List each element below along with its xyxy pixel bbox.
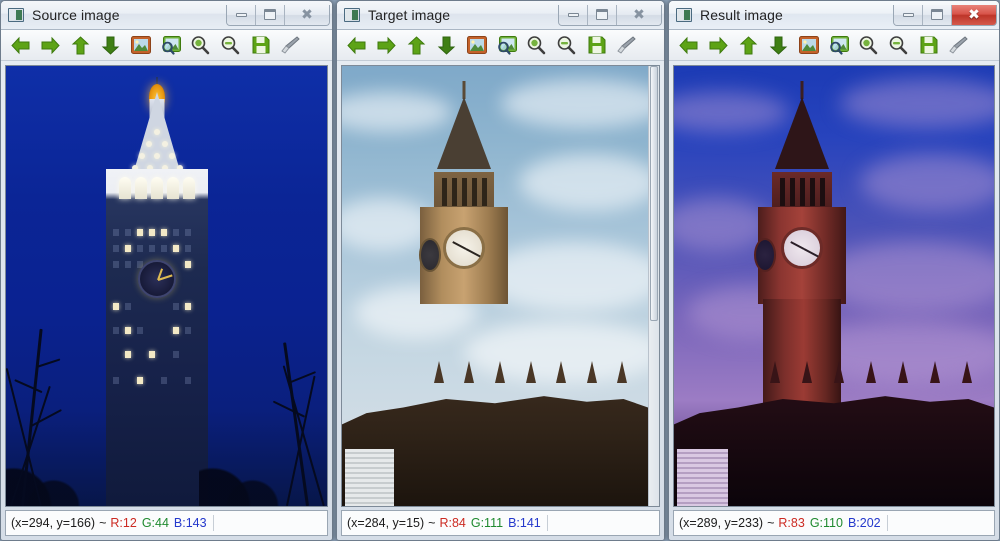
minimize-icon bbox=[235, 12, 247, 17]
forward-arrow-icon[interactable] bbox=[705, 33, 732, 58]
close-icon: ✖ bbox=[968, 6, 980, 23]
down-arrow-icon[interactable] bbox=[97, 33, 124, 58]
image-canvas-target[interactable] bbox=[342, 66, 648, 506]
toolbar-result[interactable] bbox=[669, 30, 999, 61]
window-controls[interactable]: ✖ bbox=[893, 4, 997, 26]
image-window-icon bbox=[344, 8, 360, 22]
close-icon: ✖ bbox=[633, 6, 645, 23]
back-arrow-icon[interactable] bbox=[7, 33, 34, 58]
photo-target-big-ben bbox=[342, 66, 648, 506]
fit-image-icon[interactable] bbox=[157, 33, 184, 58]
titlebar-target[interactable]: Target image ✖ bbox=[337, 1, 664, 30]
image-window-icon bbox=[8, 8, 24, 22]
pixel-red-value: R:12 bbox=[110, 516, 137, 530]
cursor-coordinates: (x=284, y=15) bbox=[347, 516, 425, 530]
statusbar-source: (x=294, y=166) ~ R:12 G:44 B:143 bbox=[5, 510, 328, 536]
titlebar-source[interactable]: Source image ✖ bbox=[1, 1, 332, 30]
image-icon[interactable] bbox=[127, 33, 154, 58]
status-divider bbox=[212, 515, 214, 531]
photo-source-metlife-tower bbox=[6, 66, 327, 506]
zoom-out-icon[interactable] bbox=[553, 33, 580, 58]
fit-image-icon[interactable] bbox=[825, 33, 852, 58]
back-arrow-icon[interactable] bbox=[343, 33, 370, 58]
fit-image-icon[interactable] bbox=[493, 33, 520, 58]
up-arrow-icon[interactable] bbox=[735, 33, 762, 58]
window-target-image[interactable]: Target image ✖ (x=284, y=15) ~ R:84 G:11… bbox=[336, 0, 665, 541]
up-arrow-icon[interactable] bbox=[403, 33, 430, 58]
zoom-in-icon[interactable] bbox=[187, 33, 214, 58]
zoom-out-icon[interactable] bbox=[885, 33, 912, 58]
brush-icon[interactable] bbox=[613, 33, 640, 58]
cursor-coordinates: (x=294, y=166) bbox=[11, 516, 96, 530]
cursor-coordinates: (x=289, y=233) bbox=[679, 516, 764, 530]
statusbar-result: (x=289, y=233) ~ R:83 G:110 B:202 bbox=[673, 510, 995, 536]
down-arrow-icon[interactable] bbox=[433, 33, 460, 58]
pixel-green-value: G:44 bbox=[141, 516, 169, 530]
maximize-icon bbox=[596, 9, 608, 20]
scrollbar-thumb[interactable] bbox=[650, 66, 658, 322]
pixel-green-value: G:111 bbox=[470, 516, 504, 530]
statusbar-target: (x=284, y=15) ~ R:84 G:111 B:141 bbox=[341, 510, 660, 536]
minimize-button[interactable] bbox=[227, 4, 256, 25]
save-icon[interactable] bbox=[247, 33, 274, 58]
status-divider bbox=[546, 515, 548, 531]
maximize-button[interactable] bbox=[588, 4, 617, 25]
zoom-out-icon[interactable] bbox=[217, 33, 244, 58]
image-icon[interactable] bbox=[795, 33, 822, 58]
brush-icon[interactable] bbox=[945, 33, 972, 58]
image-client-result[interactable] bbox=[673, 65, 995, 507]
pixel-red-value: R:84 bbox=[439, 516, 466, 530]
forward-arrow-icon[interactable] bbox=[373, 33, 400, 58]
maximize-button[interactable] bbox=[256, 4, 285, 25]
status-separator: ~ bbox=[767, 516, 775, 530]
up-arrow-icon[interactable] bbox=[67, 33, 94, 58]
window-controls[interactable]: ✖ bbox=[226, 4, 330, 26]
back-arrow-icon[interactable] bbox=[675, 33, 702, 58]
maximize-icon bbox=[931, 9, 943, 20]
toolbar-target[interactable] bbox=[337, 30, 664, 61]
minimize-icon bbox=[567, 12, 579, 17]
pixel-blue-value: B:141 bbox=[508, 516, 541, 530]
pixel-green-value: G:110 bbox=[809, 516, 843, 530]
window-title: Result image bbox=[700, 7, 783, 23]
image-client-target[interactable] bbox=[341, 65, 660, 507]
close-button[interactable]: ✖ bbox=[617, 4, 661, 25]
desktop: Source image ✖ (x=294, y=166) ~ R:12 G:4… bbox=[0, 0, 1000, 541]
maximize-button[interactable] bbox=[923, 4, 952, 25]
window-source-image[interactable]: Source image ✖ (x=294, y=166) ~ R:12 G:4… bbox=[0, 0, 333, 541]
brush-icon[interactable] bbox=[277, 33, 304, 58]
image-window-icon bbox=[676, 8, 692, 22]
close-button[interactable]: ✖ bbox=[285, 4, 329, 25]
pixel-blue-value: B:143 bbox=[173, 516, 207, 530]
status-separator: ~ bbox=[99, 516, 107, 530]
save-icon[interactable] bbox=[915, 33, 942, 58]
status-divider bbox=[886, 515, 888, 531]
vertical-scrollbar-target[interactable] bbox=[648, 66, 659, 506]
minimize-icon bbox=[902, 12, 914, 17]
maximize-icon bbox=[264, 9, 276, 20]
zoom-in-icon[interactable] bbox=[855, 33, 882, 58]
close-button[interactable]: ✖ bbox=[952, 4, 996, 25]
forward-arrow-icon[interactable] bbox=[37, 33, 64, 58]
minimize-button[interactable] bbox=[559, 4, 588, 25]
toolbar-source[interactable] bbox=[1, 30, 332, 61]
image-canvas-source[interactable] bbox=[6, 66, 327, 506]
window-title: Source image bbox=[32, 7, 120, 23]
status-separator: ~ bbox=[428, 516, 436, 530]
zoom-in-icon[interactable] bbox=[523, 33, 550, 58]
pixel-red-value: R:83 bbox=[778, 516, 805, 530]
save-icon[interactable] bbox=[583, 33, 610, 58]
image-canvas-result[interactable] bbox=[674, 66, 994, 506]
window-controls[interactable]: ✖ bbox=[558, 4, 662, 26]
photo-result-big-ben-recolored bbox=[674, 66, 994, 506]
titlebar-result[interactable]: Result image ✖ bbox=[669, 1, 999, 30]
minimize-button[interactable] bbox=[894, 4, 923, 25]
pixel-blue-value: B:202 bbox=[847, 516, 881, 530]
close-icon: ✖ bbox=[301, 6, 313, 23]
window-title: Target image bbox=[368, 7, 451, 23]
window-result-image[interactable]: Result image ✖ (x=289, y=233) ~ R:83 G:1… bbox=[668, 0, 1000, 541]
down-arrow-icon[interactable] bbox=[765, 33, 792, 58]
image-icon[interactable] bbox=[463, 33, 490, 58]
image-client-source[interactable] bbox=[5, 65, 328, 507]
